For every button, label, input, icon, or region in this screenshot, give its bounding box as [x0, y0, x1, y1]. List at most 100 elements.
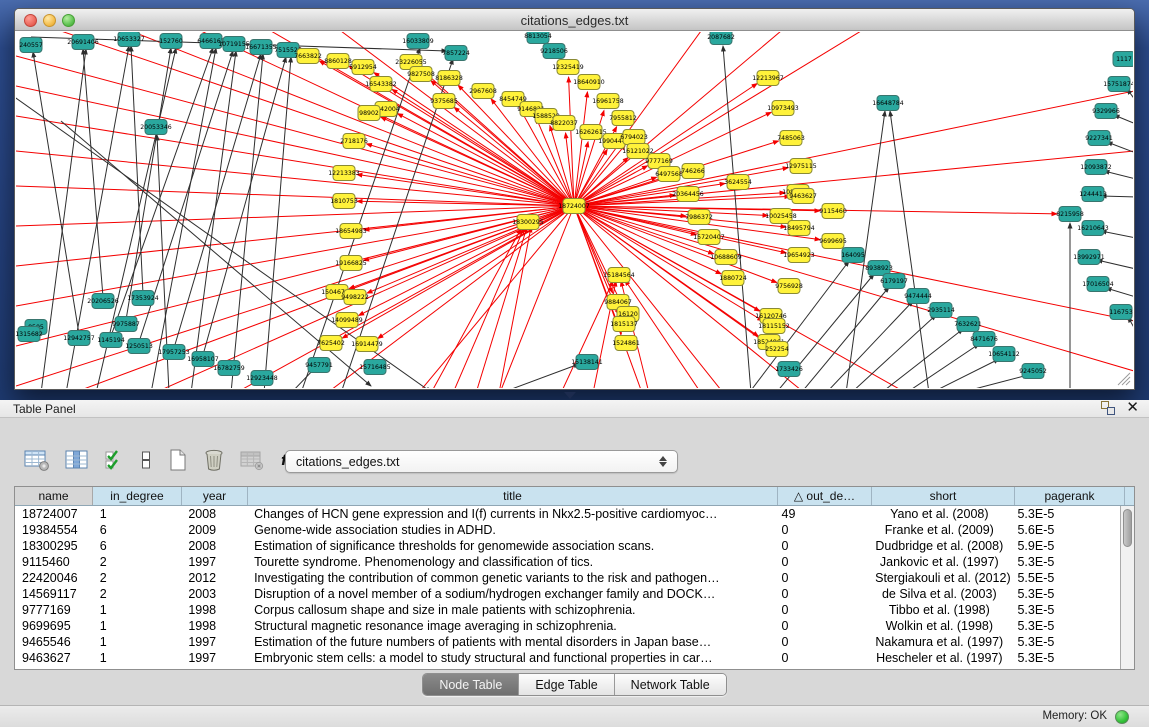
graph-node[interactable]: 9375685 [430, 94, 458, 109]
column-header-in_degree[interactable]: in_degree [93, 487, 182, 505]
network-view-window[interactable]: citations_edges.txt 18724007240557206914… [14, 8, 1135, 390]
graph-node[interactable]: 1880724 [719, 271, 747, 286]
column-header-name[interactable]: name [15, 487, 93, 505]
graph-node[interactable]: 8813054 [524, 32, 552, 44]
graph-node[interactable]: 17957253 [158, 345, 190, 360]
table-row[interactable]: 969969511998Structural magnetic resonanc… [15, 618, 1120, 634]
graph-node[interactable]: 16782759 [213, 361, 245, 376]
graph-node[interactable]: 6179197 [880, 274, 908, 289]
table-row[interactable]: 977716911998Corpus callosum shape and si… [15, 602, 1120, 618]
tab-node-table[interactable]: Node Table [423, 674, 519, 695]
float-panel-icon[interactable] [1101, 401, 1115, 415]
graph-node[interactable]: 7857224 [442, 46, 470, 61]
table-settings-icon[interactable] [24, 447, 50, 473]
delete-table-icon[interactable] [203, 447, 225, 473]
graph-node[interactable]: 10654112 [988, 347, 1020, 362]
graph-node[interactable]: 15716485 [359, 360, 391, 375]
close-panel-icon[interactable]: ✕ [1126, 401, 1139, 415]
graph-node[interactable]: 10973493 [767, 101, 799, 116]
network-window-titlebar[interactable]: citations_edges.txt [15, 9, 1134, 31]
graph-node[interactable]: 8822037 [550, 116, 578, 131]
graph-node[interactable]: 10688609 [710, 250, 742, 265]
table-scrollbar[interactable] [1120, 506, 1134, 669]
graph-node[interactable]: 16033809 [402, 34, 434, 49]
graph-node[interactable]: 15720407 [693, 230, 725, 245]
graph-node[interactable]: 2935114 [927, 303, 955, 318]
graph-node[interactable]: 16648784 [872, 96, 904, 111]
window-resize-grip[interactable] [1115, 370, 1131, 386]
graph-node[interactable]: 1733426 [775, 362, 803, 377]
graph-node[interactable]: 16210643 [1077, 221, 1109, 236]
graph-node[interactable]: 6794023 [620, 130, 648, 145]
graph-node[interactable]: 12213383 [328, 166, 360, 181]
table-row[interactable]: 911546021997Tourette syndrome. Phenomeno… [15, 554, 1120, 570]
table-row[interactable]: 1938455462009Genome-wide association stu… [15, 522, 1120, 538]
graph-node[interactable]: 18640910 [573, 75, 605, 90]
graph-node[interactable]: 9827508 [407, 67, 435, 82]
graph-node[interactable]: 8186328 [435, 71, 463, 86]
graph-node[interactable]: 1244413 [1079, 187, 1107, 202]
column-header-year[interactable]: year [182, 487, 248, 505]
table-row[interactable]: 2242004622012Investigating the contribut… [15, 570, 1120, 586]
graph-node[interactable]: 9756928 [775, 279, 803, 294]
graph-node[interactable]: 1117 [1113, 52, 1133, 67]
network-canvas[interactable]: 1872400724055720691406106533271527606466… [16, 32, 1133, 388]
graph-node[interactable]: 8215958 [1056, 207, 1084, 222]
table-row[interactable]: 1456911722003Disruption of a novel membe… [15, 586, 1120, 602]
tab-network-table[interactable]: Network Table [615, 674, 726, 695]
table-row[interactable]: 1830029562008Estimation of significance … [15, 538, 1120, 554]
table-row[interactable]: 1872400712008Changes of HCN gene express… [15, 506, 1120, 522]
tab-edge-table[interactable]: Edge Table [519, 674, 614, 695]
citation-graph[interactable]: 1872400724055720691406106533271527606466… [16, 32, 1133, 388]
graph-node[interactable]: 20364456 [672, 187, 704, 202]
graph-node[interactable]: 17016504 [1082, 277, 1114, 292]
graph-node[interactable]: 8471676 [970, 332, 998, 347]
graph-node[interactable]: 15751874 [1103, 77, 1133, 92]
graph-node[interactable]: 20206526 [87, 294, 119, 309]
graph-node[interactable]: 20691406 [67, 35, 99, 50]
graph-node[interactable]: 19166825 [335, 256, 367, 271]
graph-node[interactable]: 252254 [765, 342, 789, 357]
graph-node[interactable]: 9227341 [1085, 131, 1113, 146]
column-header-short[interactable]: short [872, 487, 1015, 505]
graph-node[interactable]: 7986372 [685, 210, 713, 225]
column-header-out_de[interactable]: △ out_de… [778, 487, 872, 505]
table-row[interactable]: 946362711997Embryonic stem cells: a mode… [15, 650, 1120, 666]
graph-node[interactable]: 1810753 [330, 194, 358, 209]
graph-node[interactable]: 7485063 [777, 131, 805, 146]
graph-node[interactable]: 18300295 [512, 215, 544, 230]
graph-node[interactable]: 1315682 [16, 327, 43, 342]
graph-node[interactable]: 9975887 [112, 317, 140, 332]
table-source-dropdown[interactable]: citations_edges.txt [285, 450, 678, 473]
graph-node[interactable]: 12975115 [785, 159, 817, 174]
graph-node[interactable]: 9474444 [904, 289, 932, 304]
graph-node[interactable]: 7663822 [294, 49, 322, 64]
graph-node[interactable]: 12213967 [752, 71, 784, 86]
graph-node[interactable]: 13992971 [1073, 250, 1105, 265]
graph-node[interactable]: 6497568 [655, 167, 683, 182]
graph-node[interactable]: 12923448 [246, 371, 278, 386]
memory-ok-icon[interactable] [1115, 710, 1129, 724]
graph-node[interactable]: 15138141 [571, 355, 603, 370]
graph-node[interactable]: 1145194 [97, 333, 125, 348]
graph-node[interactable]: 18495794 [783, 221, 815, 236]
graph-node[interactable]: 9457791 [305, 358, 333, 373]
new-table-icon[interactable] [168, 447, 188, 473]
graph-node[interactable]: 15184564 [603, 268, 635, 283]
import-table-icon[interactable] [240, 447, 264, 473]
graph-node[interactable]: 18115152 [758, 319, 790, 334]
graph-node[interactable]: 7955812 [609, 111, 637, 126]
graph-node[interactable]: 12093872 [1080, 160, 1112, 175]
graph-node[interactable]: 12325419 [552, 60, 584, 75]
graph-node[interactable]: 1250513 [125, 339, 153, 354]
graph-node[interactable]: 10653327 [113, 32, 145, 47]
column-select-icon[interactable] [65, 447, 89, 473]
graph-node[interactable]: 14099489 [331, 313, 363, 328]
graph-node[interactable]: 164095 [841, 248, 865, 263]
graph-node[interactable]: 5912954 [349, 60, 377, 75]
graph-node[interactable]: 9115460 [819, 204, 847, 219]
graph-node[interactable]: 746266 [681, 164, 705, 179]
graph-node[interactable]: 116753 [1109, 305, 1133, 320]
graph-node[interactable]: 9463627 [789, 189, 817, 204]
graph-node[interactable]: 16671355 [245, 40, 277, 55]
